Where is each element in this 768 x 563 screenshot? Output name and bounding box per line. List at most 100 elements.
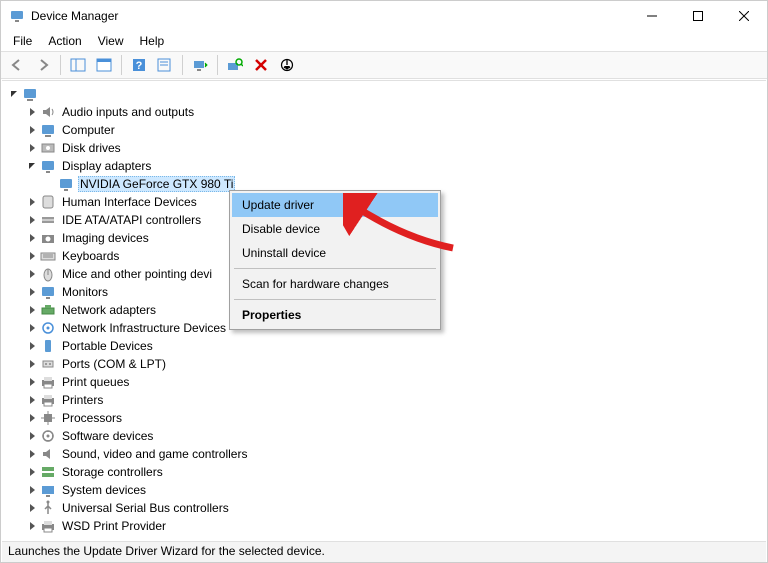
expander-closed-icon[interactable] <box>26 124 38 136</box>
tree-item-label: Computer <box>60 122 117 138</box>
close-button[interactable] <box>721 1 767 31</box>
tree-item-13[interactable]: Ports (COM & LPT) <box>2 355 766 373</box>
storage-icon <box>40 464 56 480</box>
expander-closed-icon[interactable] <box>26 322 38 334</box>
back-button[interactable] <box>5 54 29 76</box>
expander-none <box>44 178 56 190</box>
ctx-properties[interactable]: Properties <box>232 303 438 327</box>
monitor-icon <box>40 158 56 174</box>
monitor-icon <box>40 284 56 300</box>
expander-closed-icon[interactable] <box>26 358 38 370</box>
disable-button[interactable] <box>275 54 299 76</box>
show-hide-tree-button[interactable] <box>66 54 90 76</box>
usb-icon <box>40 500 56 516</box>
menu-help[interactable]: Help <box>132 32 173 50</box>
computer-icon <box>40 122 56 138</box>
expander-closed-icon[interactable] <box>26 232 38 244</box>
tree-item-15[interactable]: Printers <box>2 391 766 409</box>
expander-closed-icon[interactable] <box>26 412 38 424</box>
tree-item-21[interactable]: Universal Serial Bus controllers <box>2 499 766 517</box>
expander-closed-icon[interactable] <box>26 430 38 442</box>
minimize-button[interactable] <box>629 1 675 31</box>
expander-closed-icon[interactable] <box>26 502 38 514</box>
properties-button[interactable] <box>92 54 116 76</box>
ctx-disable-device[interactable]: Disable device <box>232 217 438 241</box>
context-menu: Update driver Disable device Uninstall d… <box>229 190 441 330</box>
toolbar: ? <box>1 51 767 79</box>
expander-closed-icon[interactable] <box>26 520 38 532</box>
netinfra-icon <box>40 320 56 336</box>
expander-closed-icon[interactable] <box>26 214 38 226</box>
port-icon <box>40 356 56 372</box>
uninstall-button[interactable] <box>249 54 273 76</box>
expander-closed-icon[interactable] <box>26 484 38 496</box>
system-icon <box>40 482 56 498</box>
ctx-uninstall-device[interactable]: Uninstall device <box>232 241 438 265</box>
expander-closed-icon[interactable] <box>26 250 38 262</box>
computer-icon <box>22 86 38 102</box>
tree-item-label: Monitors <box>60 284 110 300</box>
expander-closed-icon[interactable] <box>26 142 38 154</box>
expander-closed-icon[interactable] <box>26 376 38 388</box>
tree-item-label: System devices <box>60 482 148 498</box>
tree-item-3[interactable]: Display adapters <box>2 157 766 175</box>
menu-view[interactable]: View <box>90 32 132 50</box>
expander-closed-icon[interactable] <box>26 448 38 460</box>
menu-action[interactable]: Action <box>40 32 89 50</box>
expander-open-icon[interactable] <box>8 88 20 100</box>
tree-item-label: NVIDIA GeForce GTX 980 Ti <box>78 176 235 192</box>
tree-item-label: Network Infrastructure Devices <box>60 320 228 336</box>
disk-icon <box>40 140 56 156</box>
expander-closed-icon[interactable] <box>26 304 38 316</box>
help-button[interactable]: ? <box>127 54 151 76</box>
ctx-separator <box>234 268 436 269</box>
expander-closed-icon[interactable] <box>26 196 38 208</box>
tree-item-20[interactable]: System devices <box>2 481 766 499</box>
scan-hardware-button[interactable] <box>223 54 247 76</box>
expander-closed-icon[interactable] <box>26 286 38 298</box>
printer-icon <box>40 518 56 534</box>
tree-item-22[interactable]: WSD Print Provider <box>2 517 766 535</box>
tree-item-label: IDE ATA/ATAPI controllers <box>60 212 203 228</box>
speaker-icon <box>40 104 56 120</box>
expander-open-icon[interactable] <box>26 160 38 172</box>
ctx-scan-hardware[interactable]: Scan for hardware changes <box>232 272 438 296</box>
expander-closed-icon[interactable] <box>26 340 38 352</box>
tree-item-label: Mice and other pointing devi <box>60 266 214 282</box>
tree-item-18[interactable]: Sound, video and game controllers <box>2 445 766 463</box>
tree-item-1[interactable]: Computer <box>2 121 766 139</box>
tree-item-2[interactable]: Disk drives <box>2 139 766 157</box>
forward-button[interactable] <box>31 54 55 76</box>
keyboard-icon <box>40 248 56 264</box>
tree-item-label: Keyboards <box>60 248 121 264</box>
portable-icon <box>40 338 56 354</box>
ctx-separator <box>234 299 436 300</box>
tree-item-label: Imaging devices <box>60 230 151 246</box>
tree-item-16[interactable]: Processors <box>2 409 766 427</box>
tree-item-label: Disk drives <box>60 140 123 156</box>
software-icon <box>40 428 56 444</box>
tree-item-0[interactable]: Audio inputs and outputs <box>2 103 766 121</box>
expander-closed-icon[interactable] <box>26 268 38 280</box>
network-icon <box>40 302 56 318</box>
action-button[interactable] <box>153 54 177 76</box>
tree-item-12[interactable]: Portable Devices <box>2 337 766 355</box>
expander-closed-icon[interactable] <box>26 394 38 406</box>
tree-item-19[interactable]: Storage controllers <box>2 463 766 481</box>
menu-file[interactable]: File <box>5 32 40 50</box>
expander-closed-icon[interactable] <box>26 466 38 478</box>
expander-closed-icon[interactable] <box>26 106 38 118</box>
tree-item-17[interactable]: Software devices <box>2 427 766 445</box>
hid-icon <box>40 194 56 210</box>
sound-icon <box>40 446 56 462</box>
ctx-update-driver[interactable]: Update driver <box>232 193 438 217</box>
tree-item-label: Ports (COM & LPT) <box>60 356 168 372</box>
update-driver-button[interactable] <box>188 54 212 76</box>
maximize-button[interactable] <box>675 1 721 31</box>
tree-item-label: Human Interface Devices <box>60 194 199 210</box>
tree-item-label: Network adapters <box>60 302 158 318</box>
tree-root[interactable]: ​ <box>2 85 766 103</box>
tree-item-14[interactable]: Print queues <box>2 373 766 391</box>
svg-text:?: ? <box>136 60 143 72</box>
tree-item-label: Processors <box>60 410 124 426</box>
